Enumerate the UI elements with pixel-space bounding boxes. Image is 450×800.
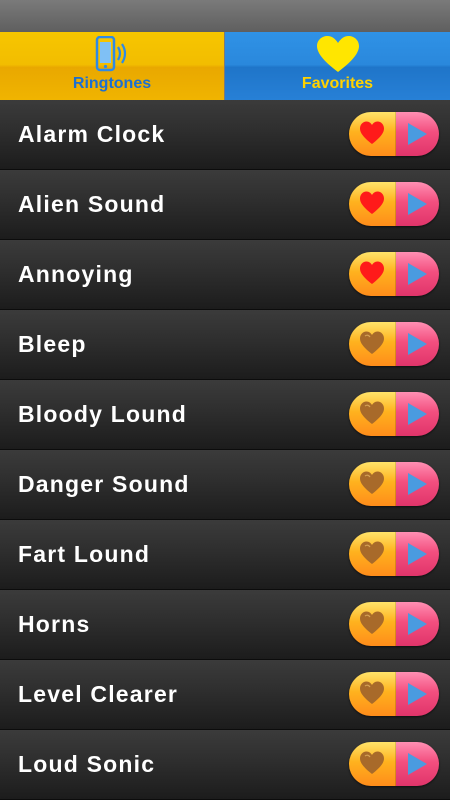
- ringtone-name: Fart Lound: [18, 541, 151, 567]
- heart-icon: [316, 36, 360, 79]
- ringtone-name: Annoying: [18, 261, 134, 287]
- ringtone-actions: [349, 672, 439, 716]
- ringtone-name: Alien Sound: [18, 191, 166, 217]
- play-icon: [408, 613, 427, 635]
- play-button[interactable]: [396, 252, 439, 296]
- tab-ringtones[interactable]: Ringtones: [0, 32, 225, 100]
- favorite-toggle-button[interactable]: [349, 742, 396, 786]
- ringtone-actions: [349, 602, 439, 646]
- tab-favorites[interactable]: Favorites: [225, 32, 450, 100]
- play-button[interactable]: [396, 532, 439, 576]
- ringtone-name: Level Clearer: [18, 681, 179, 707]
- play-button[interactable]: [396, 392, 439, 436]
- play-icon: [408, 403, 427, 425]
- tab-bar: Ringtones Favorites: [0, 32, 450, 100]
- favorite-toggle-button[interactable]: [349, 182, 396, 226]
- status-bar: [0, 0, 450, 32]
- ringtone-actions: [349, 742, 439, 786]
- heart-icon: [360, 751, 384, 774]
- heart-icon: [360, 331, 384, 354]
- ringtone-name: Danger Sound: [18, 471, 190, 497]
- ringtone-row[interactable]: Danger Sound: [0, 450, 450, 520]
- ringtone-actions: [349, 532, 439, 576]
- play-button[interactable]: [396, 602, 439, 646]
- play-icon: [408, 683, 427, 705]
- ringtone-actions: [349, 462, 439, 506]
- phone-ringing-icon: [89, 35, 135, 79]
- ringtone-row[interactable]: Level Clearer: [0, 660, 450, 730]
- ringtone-name: Horns: [18, 611, 91, 637]
- ringtone-row[interactable]: Bloody Lound: [0, 380, 450, 450]
- heart-icon: [360, 471, 384, 494]
- ringtone-row[interactable]: Horns: [0, 590, 450, 660]
- play-button[interactable]: [396, 462, 439, 506]
- favorite-toggle-button[interactable]: [349, 392, 396, 436]
- ringtone-row[interactable]: Alien Sound: [0, 170, 450, 240]
- play-button[interactable]: [396, 672, 439, 716]
- favorite-toggle-button[interactable]: [349, 112, 396, 156]
- play-button[interactable]: [396, 322, 439, 366]
- heart-icon: [360, 541, 384, 564]
- play-icon: [408, 123, 427, 145]
- favorite-toggle-button[interactable]: [349, 602, 396, 646]
- heart-icon: [360, 121, 384, 144]
- play-button[interactable]: [396, 742, 439, 786]
- play-icon: [408, 263, 427, 285]
- ringtone-name: Bloody Lound: [18, 401, 187, 427]
- ringtone-name: Alarm Clock: [18, 121, 166, 147]
- heart-icon: [360, 401, 384, 424]
- heart-icon: [360, 681, 384, 704]
- play-button[interactable]: [396, 112, 439, 156]
- ringtone-row[interactable]: Alarm Clock: [0, 100, 450, 170]
- heart-icon: [360, 191, 384, 214]
- heart-icon: [360, 261, 384, 284]
- play-icon: [408, 193, 427, 215]
- favorite-toggle-button[interactable]: [349, 322, 396, 366]
- favorite-toggle-button[interactable]: [349, 532, 396, 576]
- ringtone-actions: [349, 182, 439, 226]
- ringtone-row[interactable]: Bleep: [0, 310, 450, 380]
- favorite-toggle-button[interactable]: [349, 672, 396, 716]
- play-button[interactable]: [396, 182, 439, 226]
- play-icon: [408, 753, 427, 775]
- ringtone-name: Loud Sonic: [18, 751, 156, 777]
- ringtone-row[interactable]: Annoying: [0, 240, 450, 310]
- play-icon: [408, 473, 427, 495]
- tab-ringtones-label: Ringtones: [72, 75, 152, 92]
- ringtone-actions: [349, 392, 439, 436]
- favorite-toggle-button[interactable]: [349, 462, 396, 506]
- play-icon: [408, 333, 427, 355]
- play-icon: [408, 543, 427, 565]
- ringtone-list: Alarm Clock Alien Sound Annoying Bleep Blood…: [0, 100, 450, 800]
- favorite-toggle-button[interactable]: [349, 252, 396, 296]
- ringtone-actions: [349, 112, 439, 156]
- heart-icon: [360, 611, 384, 634]
- ringtone-name: Bleep: [18, 331, 87, 357]
- ringtone-actions: [349, 322, 439, 366]
- ringtone-row[interactable]: Fart Lound: [0, 520, 450, 590]
- tab-favorites-label: Favorites: [301, 75, 374, 92]
- ringtone-row[interactable]: Loud Sonic: [0, 730, 450, 800]
- ringtone-actions: [349, 252, 439, 296]
